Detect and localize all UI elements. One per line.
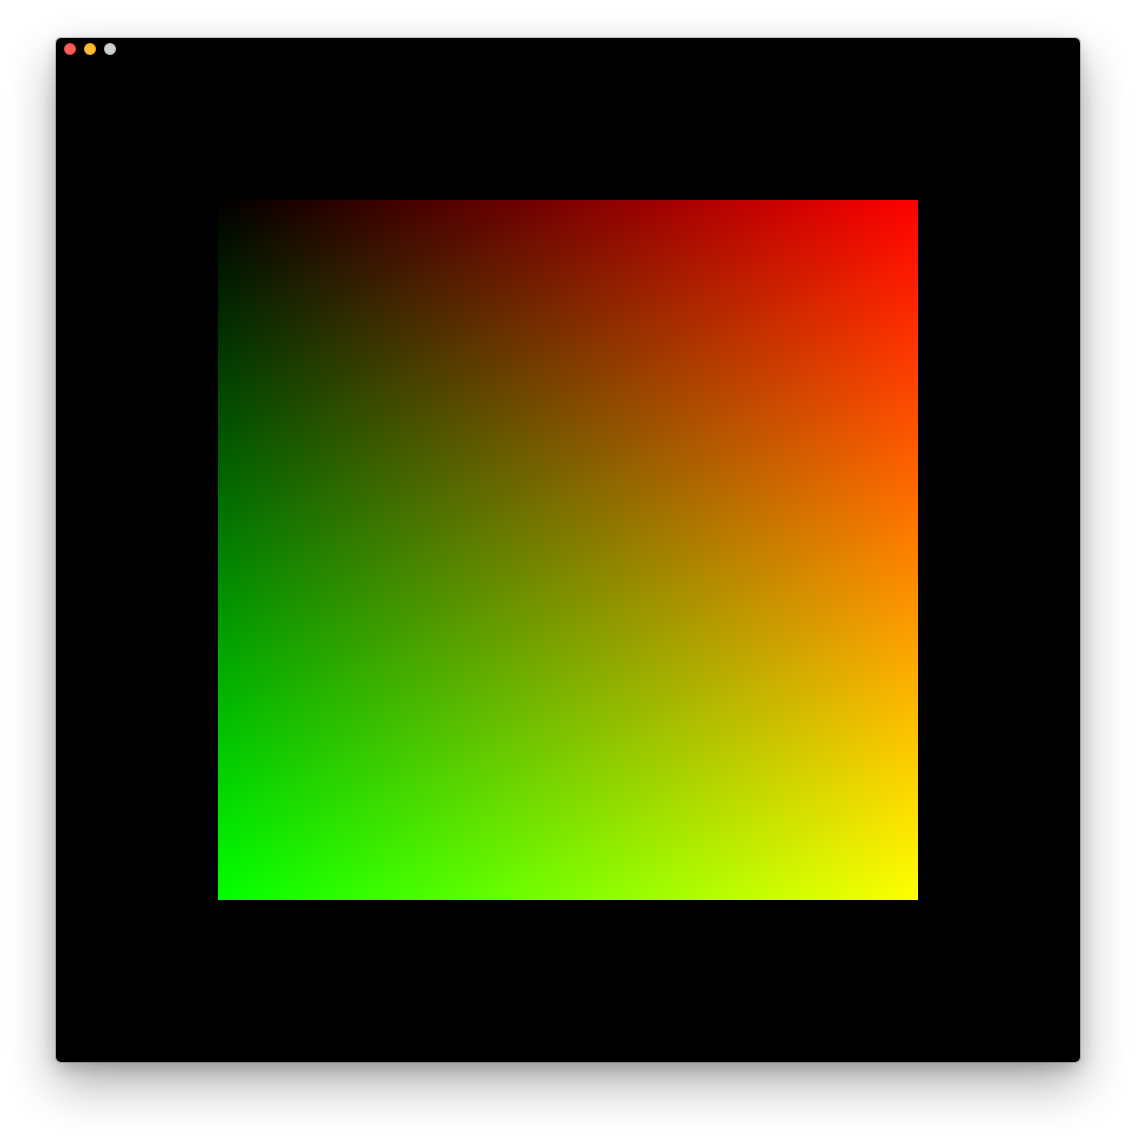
minimize-window-button[interactable] xyxy=(84,43,96,55)
zoom-window-button[interactable] xyxy=(104,43,116,55)
close-window-button[interactable] xyxy=(64,43,76,55)
quad-green-channel xyxy=(218,200,918,900)
app-window xyxy=(56,38,1080,1062)
gradient-quad xyxy=(218,200,918,900)
window-controls xyxy=(64,43,116,55)
render-canvas xyxy=(56,38,1080,1062)
